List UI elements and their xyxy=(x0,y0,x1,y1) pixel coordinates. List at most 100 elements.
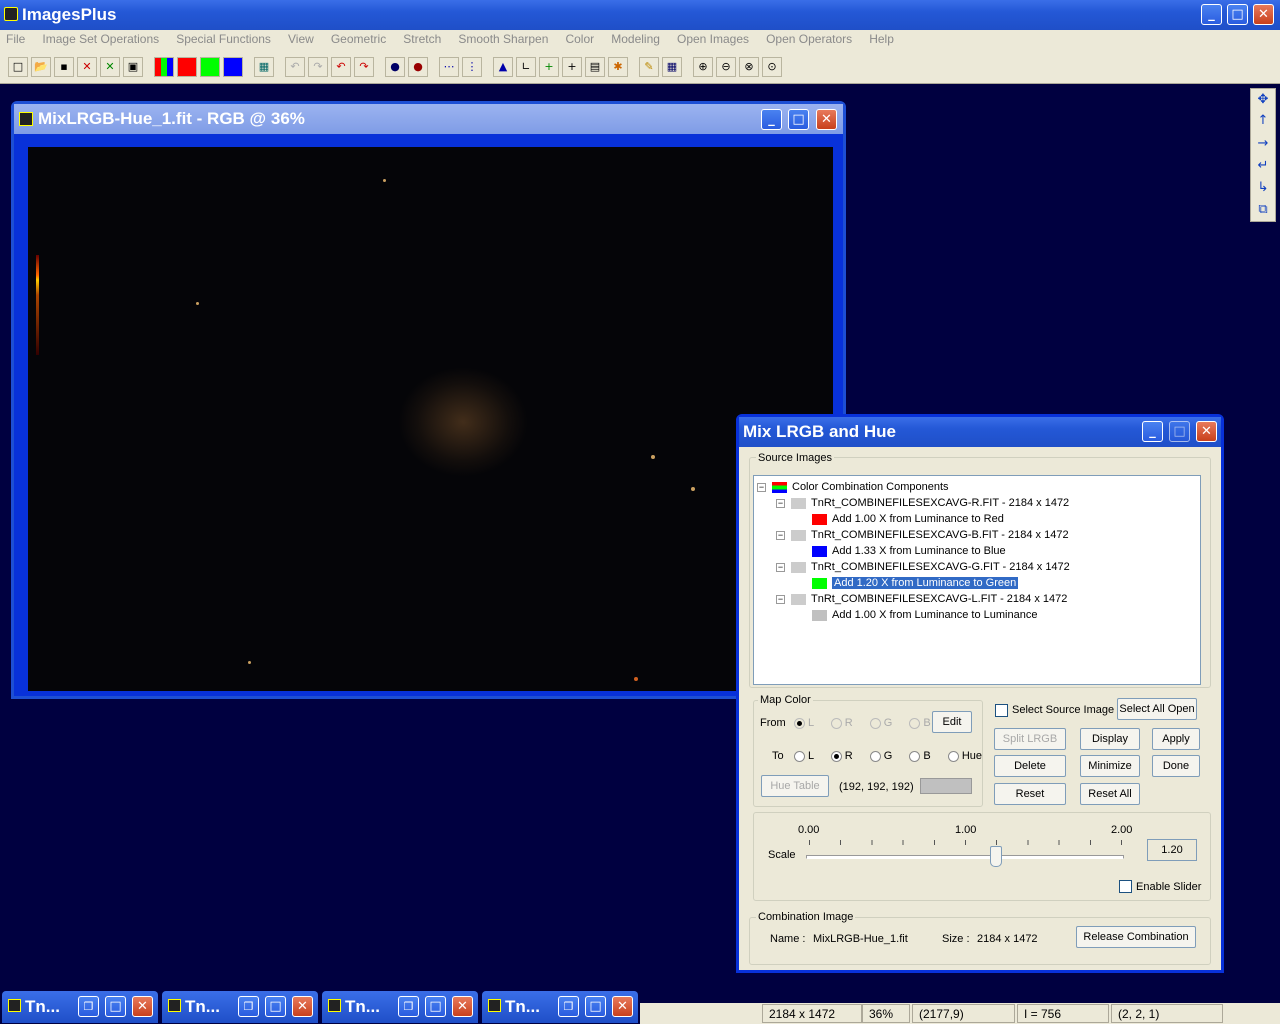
done-button[interactable]: Done xyxy=(1152,755,1200,777)
minimize-button[interactable]: _ xyxy=(1201,4,1222,25)
from-radio-g[interactable] xyxy=(869,717,881,729)
grid-icon[interactable]: ▦ xyxy=(254,57,274,77)
source-tree[interactable]: − Color Combination Components − TnRt_COMB… xyxy=(753,475,1201,685)
image-window[interactable]: MixLRGB-Hue_1.fit - RGB @ 36% _ □ ✕ xyxy=(11,101,846,699)
close-image-icon[interactable]: ✕ xyxy=(77,57,97,77)
histogram-icon[interactable]: ▲ xyxy=(493,57,513,77)
from-radio-l[interactable] xyxy=(794,717,805,729)
menu-file[interactable]: File xyxy=(6,32,25,46)
to-radio-g[interactable] xyxy=(869,750,881,762)
redo-icon[interactable]: ↷ xyxy=(354,57,374,77)
tree-item-luminance[interactable]: − TnRt_COMBINEFILESEXCAVG-L.FIT - 2184 x … xyxy=(776,592,1067,607)
zoom-in-icon[interactable]: ⊕ xyxy=(693,57,713,77)
reset-all-button[interactable]: Reset All xyxy=(1080,783,1140,805)
menu-help[interactable]: Help xyxy=(869,32,894,46)
image-minimize-button[interactable]: _ xyxy=(761,109,782,130)
minimized-window-1[interactable]: Tn... ❐ □ ✕ xyxy=(2,991,158,1023)
tree-item-red[interactable]: − TnRt_COMBINEFILESEXCAVG-R.FIT - 2184 x … xyxy=(776,496,1069,511)
close-button[interactable]: ✕ xyxy=(132,996,153,1017)
arrow-up-icon[interactable]: ↑ xyxy=(1253,111,1273,131)
to-radio-b[interactable] xyxy=(909,750,921,762)
to-radio-hue[interactable] xyxy=(947,750,959,762)
restore-button[interactable]: ❐ xyxy=(558,996,579,1017)
maximize-button[interactable]: □ xyxy=(425,996,446,1017)
maximize-button[interactable]: □ xyxy=(105,996,126,1017)
maximize-button[interactable]: □ xyxy=(1227,4,1248,25)
from-radio-r[interactable] xyxy=(830,717,842,729)
split-lrgb-button[interactable]: Split LRGB xyxy=(994,728,1066,750)
open-folder-icon[interactable]: 📂 xyxy=(31,57,51,77)
dialog-close-button[interactable]: ✕ xyxy=(1196,421,1217,442)
zoom-out-icon[interactable]: ⊖ xyxy=(716,57,736,77)
select-all-open-button[interactable]: Select All Open xyxy=(1117,698,1197,720)
close-button[interactable]: ✕ xyxy=(292,996,313,1017)
arrow-turn-left-icon[interactable]: ↵ xyxy=(1253,156,1273,176)
menu-open-images[interactable]: Open Images xyxy=(677,32,749,46)
restore-button[interactable]: ❐ xyxy=(398,996,419,1017)
tree-item-green[interactable]: − TnRt_COMBINEFILESEXCAVG-G.FIT - 2184 x … xyxy=(776,560,1070,575)
menu-image-set-operations[interactable]: Image Set Operations xyxy=(42,32,159,46)
release-combination-button[interactable]: Release Combination xyxy=(1076,926,1196,948)
dialog-maximize-button[interactable]: □ xyxy=(1169,421,1190,442)
edit-button[interactable]: Edit xyxy=(932,711,972,733)
menu-smooth-sharpen[interactable]: Smooth Sharpen xyxy=(458,32,548,46)
menu-color[interactable]: Color xyxy=(565,32,594,46)
menu-stretch[interactable]: Stretch xyxy=(403,32,441,46)
circle-red-icon[interactable]: ● xyxy=(408,57,428,77)
tree-child-luminance[interactable]: Add 1.00 X from Luminance to Luminance xyxy=(812,608,1037,623)
hue-table-button[interactable]: Hue Table xyxy=(761,775,829,797)
menu-open-operators[interactable]: Open Operators xyxy=(766,32,852,46)
select-source-checkbox[interactable] xyxy=(995,704,1008,717)
image-close-button[interactable]: ✕ xyxy=(816,109,837,130)
scale-value-input[interactable]: 1.20 xyxy=(1147,839,1197,861)
red-channel-icon[interactable] xyxy=(177,57,197,77)
point-icon[interactable]: ⋮ xyxy=(462,57,482,77)
apply-button[interactable]: Apply xyxy=(1152,728,1200,750)
green-channel-icon[interactable] xyxy=(200,57,220,77)
from-radio-b[interactable] xyxy=(909,717,921,729)
circle-select-icon[interactable]: ● xyxy=(385,57,405,77)
image-maximize-button[interactable]: □ xyxy=(788,109,809,130)
blue-channel-icon[interactable] xyxy=(223,57,243,77)
plus-green-icon[interactable]: + xyxy=(539,57,559,77)
redo-disabled-icon[interactable]: ↷ xyxy=(308,57,328,77)
tree-child-red[interactable]: Add 1.00 X from Luminance to Red xyxy=(812,512,1004,527)
close-all-icon[interactable]: ✕ xyxy=(100,57,120,77)
copy-icon[interactable]: ⧉ xyxy=(1253,200,1273,220)
to-radio-r[interactable] xyxy=(830,750,842,762)
to-radio-l[interactable] xyxy=(794,750,805,762)
move-icon[interactable]: ✥ xyxy=(1253,90,1273,110)
rgb-channels-icon[interactable] xyxy=(154,57,174,77)
zoom-fit-icon[interactable]: ⊗ xyxy=(739,57,759,77)
arrow-turn-down-icon[interactable]: ↳ xyxy=(1253,178,1273,198)
delete-button[interactable]: Delete xyxy=(994,755,1066,777)
arrow-right-icon[interactable]: → xyxy=(1253,134,1273,154)
curve-icon[interactable]: ∟ xyxy=(516,57,536,77)
undo-icon[interactable]: ↶ xyxy=(331,57,351,77)
menu-view[interactable]: View xyxy=(288,32,314,46)
mix-lrgb-dialog[interactable]: Mix LRGB and Hue _ □ ✕ Source Images − Co… xyxy=(736,414,1224,973)
new-file-icon[interactable]: □ xyxy=(8,57,28,77)
close-button[interactable]: ✕ xyxy=(452,996,473,1017)
dialog-minimize-button[interactable]: _ xyxy=(1142,421,1163,442)
restore-button[interactable]: ❐ xyxy=(78,996,99,1017)
tree-item-blue[interactable]: − TnRt_COMBINEFILESEXCAVG-B.FIT - 2184 x … xyxy=(776,528,1069,543)
dotted-line-icon[interactable]: ⋯ xyxy=(439,57,459,77)
zoom-reset-icon[interactable]: ⊙ xyxy=(762,57,782,77)
menu-modeling[interactable]: Modeling xyxy=(611,32,660,46)
menu-special-functions[interactable]: Special Functions xyxy=(176,32,271,46)
tree-child-green-selected[interactable]: Add 1.20 X from Luminance to Green xyxy=(812,576,1019,591)
minimized-window-3[interactable]: Tn... ❐ □ ✕ xyxy=(322,991,478,1023)
maximize-button[interactable]: □ xyxy=(265,996,286,1017)
tree-root[interactable]: − Color Combination Components xyxy=(757,480,949,495)
crosshair-icon[interactable]: + xyxy=(562,57,582,77)
display-button[interactable]: Display xyxy=(1080,728,1140,750)
enable-slider-checkbox[interactable] xyxy=(1119,880,1132,893)
save-icon[interactable]: ▪ xyxy=(54,57,74,77)
tree-child-blue[interactable]: Add 1.33 X from Luminance to Blue xyxy=(812,544,1006,559)
restore-button[interactable]: ❐ xyxy=(238,996,259,1017)
close-button[interactable]: ✕ xyxy=(1253,4,1274,25)
minimized-window-2[interactable]: Tn... ❐ □ ✕ xyxy=(162,991,318,1023)
scale-slider-thumb[interactable] xyxy=(990,846,1002,867)
undo-disabled-icon[interactable]: ↶ xyxy=(285,57,305,77)
